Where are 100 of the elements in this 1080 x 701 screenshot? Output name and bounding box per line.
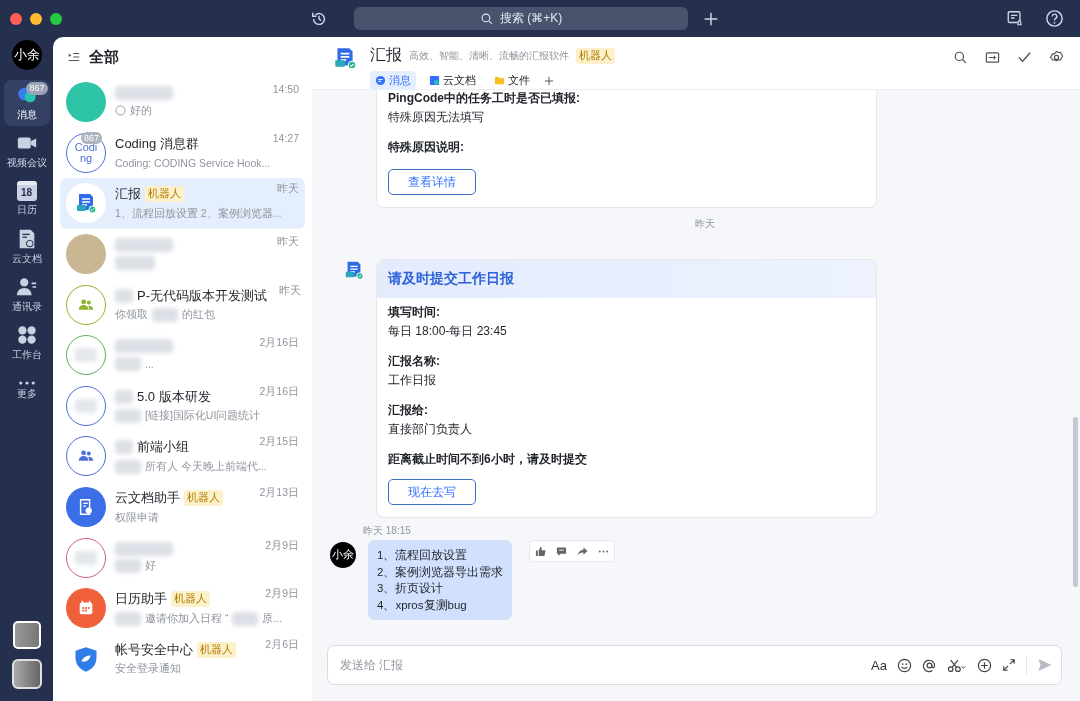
message-preview: 权限申请 [115, 510, 159, 525]
message-preview: 你领取 [115, 308, 148, 323]
nav-item[interactable]: 云文档 [3, 224, 50, 270]
message-preview: 的红包 [182, 308, 215, 323]
scrollbar[interactable] [1073, 417, 1078, 587]
unread-badge: 867 [81, 131, 103, 144]
conversation-name: 日历助手 [115, 590, 167, 609]
field-label: 汇报给: [388, 402, 429, 419]
format-button[interactable]: Aa [871, 657, 887, 673]
nav-item[interactable]: 通讯录 [3, 272, 50, 318]
chat-tab[interactable]: 云文档 [424, 71, 481, 90]
conversation-item[interactable]: 前端小组 2月15日 所有人 今天晚上前端代... [60, 431, 305, 482]
search-field[interactable]: 搜索 (⌘+K) [354, 7, 688, 30]
list-title: 全部 [89, 47, 119, 67]
conversation-item[interactable]: 5.0 版本研发 2月16日 [链接]国际化UI问题统计 [60, 380, 305, 432]
nav-item[interactable]: 视频会议 [3, 128, 50, 174]
nav-item[interactable]: 消息 867 [3, 80, 50, 126]
message-input[interactable]: 发送给 汇报 Aa [327, 645, 1062, 685]
expand-icon[interactable] [1002, 658, 1016, 672]
field-value: 每日 18:00-每日 23:45 [388, 323, 507, 340]
bot-avatar [332, 45, 358, 71]
message-preview: ... [145, 357, 154, 370]
field-label: PingCode中的任务工时是否已填报: [388, 90, 580, 107]
document-icon [429, 75, 440, 86]
conversation-time: 14:27 [271, 131, 299, 144]
add-tab-button[interactable] [543, 74, 555, 87]
conversation-time: 14:50 [271, 83, 299, 96]
conversation-time: 2月13日 [258, 486, 299, 501]
field-value: 特殊原因无法填写 [388, 109, 485, 126]
user-avatar[interactable]: 小余 [11, 40, 42, 70]
nav-item[interactable]: 更多 [3, 368, 50, 414]
calendar-icon: 18 [16, 181, 37, 201]
close-button[interactable] [10, 12, 22, 25]
conversation-time: 2月16日 [258, 384, 299, 399]
conversation-item[interactable]: P-无代码版本开发测试 昨天 你领取 的红包 [60, 279, 305, 330]
blurred-text [115, 389, 133, 404]
mention-icon[interactable] [922, 657, 937, 673]
search-button[interactable] [953, 50, 968, 65]
add-screen-icon[interactable] [985, 50, 1000, 65]
blurred-text [115, 86, 173, 101]
search-icon [479, 11, 494, 26]
bot-tag: 机器人 [171, 591, 210, 608]
field-value: 直接部门负责人 [388, 421, 472, 438]
unread-badge: 867 [26, 82, 48, 95]
message-line: 2、案例浏览器导出需求 [377, 564, 504, 580]
nav-item[interactable]: 18 日历 [3, 176, 50, 222]
message-line: 3、折页设计 [377, 581, 445, 596]
group-icon [78, 296, 94, 313]
maximize-button[interactable] [50, 12, 62, 25]
conversation-item[interactable]: Coding 867 Coding 消息群 14:27 Coding: CODING Service Hook... [60, 127, 305, 179]
chat-description: 高效、智能、清晰、流畅的汇报软件 [409, 48, 569, 63]
message-preview: 原... [262, 611, 283, 626]
check-icon[interactable] [1017, 50, 1032, 65]
more-icon [18, 381, 35, 385]
help-icon[interactable] [1045, 9, 1064, 28]
conversation-name: 汇报 [115, 185, 141, 204]
nav-item[interactable]: 工作台 [3, 320, 50, 366]
conversation-name: 帐号安全中心 [115, 640, 193, 659]
conversation-time: 2月6日 [264, 637, 299, 652]
notification-settings-icon[interactable] [1006, 9, 1024, 27]
conversation-item[interactable]: 日历助手 机器人 2月9日 邀请你加入日程 “ 原... [60, 582, 305, 634]
settings-icon[interactable] [1049, 50, 1064, 65]
deadline-notice: 距离截止时间不到6小时，请及时提交 [388, 451, 587, 468]
conversation-time: 昨天 [276, 235, 299, 250]
card-button[interactable]: 查看详情 [388, 169, 476, 195]
minimize-button[interactable] [30, 12, 42, 25]
app-icon[interactable] [11, 659, 42, 689]
bot-tag: 机器人 [576, 47, 615, 64]
chat-tab[interactable]: 文件 [489, 71, 535, 90]
conversation-item[interactable]: 汇报 机器人 昨天 1、流程回放设置 2、案例浏览器... [60, 178, 305, 229]
filter-list-icon[interactable] [67, 50, 81, 64]
folder-icon [494, 75, 505, 86]
bot-tag: 机器人 [145, 186, 184, 203]
scissors-icon[interactable] [947, 657, 967, 673]
conversation-name: 云文档助手 [115, 489, 180, 508]
bot-avatar [343, 259, 365, 281]
document-icon [77, 498, 95, 517]
chat-tab[interactable]: 消息 [370, 71, 416, 90]
conversation-item[interactable]: 云文档助手 机器人 2月13日 权限申请 [60, 481, 305, 533]
message-preview: 邀请你加入日程 “ [145, 611, 229, 626]
card-button[interactable]: 现在去写 [388, 479, 476, 505]
blurred-text [115, 559, 141, 574]
emoji-icon[interactable] [897, 657, 912, 673]
chat-title: 汇报 [370, 45, 402, 65]
message-preview: 好 [145, 559, 156, 574]
field-label: 填写时间: [388, 304, 441, 321]
message-preview: Coding: CODING Service Hook... [115, 157, 271, 170]
message-preview: 所有人 今天晚上前端代... [145, 459, 267, 474]
blurred-text [115, 541, 173, 556]
message-preview: 安全登录通知 [115, 662, 181, 677]
blurred-text [115, 611, 141, 626]
chat-icon [375, 75, 386, 86]
field-value: 工作日报 [388, 372, 437, 389]
conversation-name: 5.0 版本研发 [137, 387, 211, 406]
message-time: 昨天 18:15 [363, 524, 412, 538]
conversation-time: 2月9日 [264, 538, 299, 553]
conversation-time: 2月15日 [258, 435, 299, 450]
blurred-text [232, 611, 259, 626]
add-circle-icon[interactable] [977, 657, 992, 673]
conversation-item[interactable]: 帐号安全中心 机器人 2月6日 安全登录通知 [60, 633, 305, 685]
